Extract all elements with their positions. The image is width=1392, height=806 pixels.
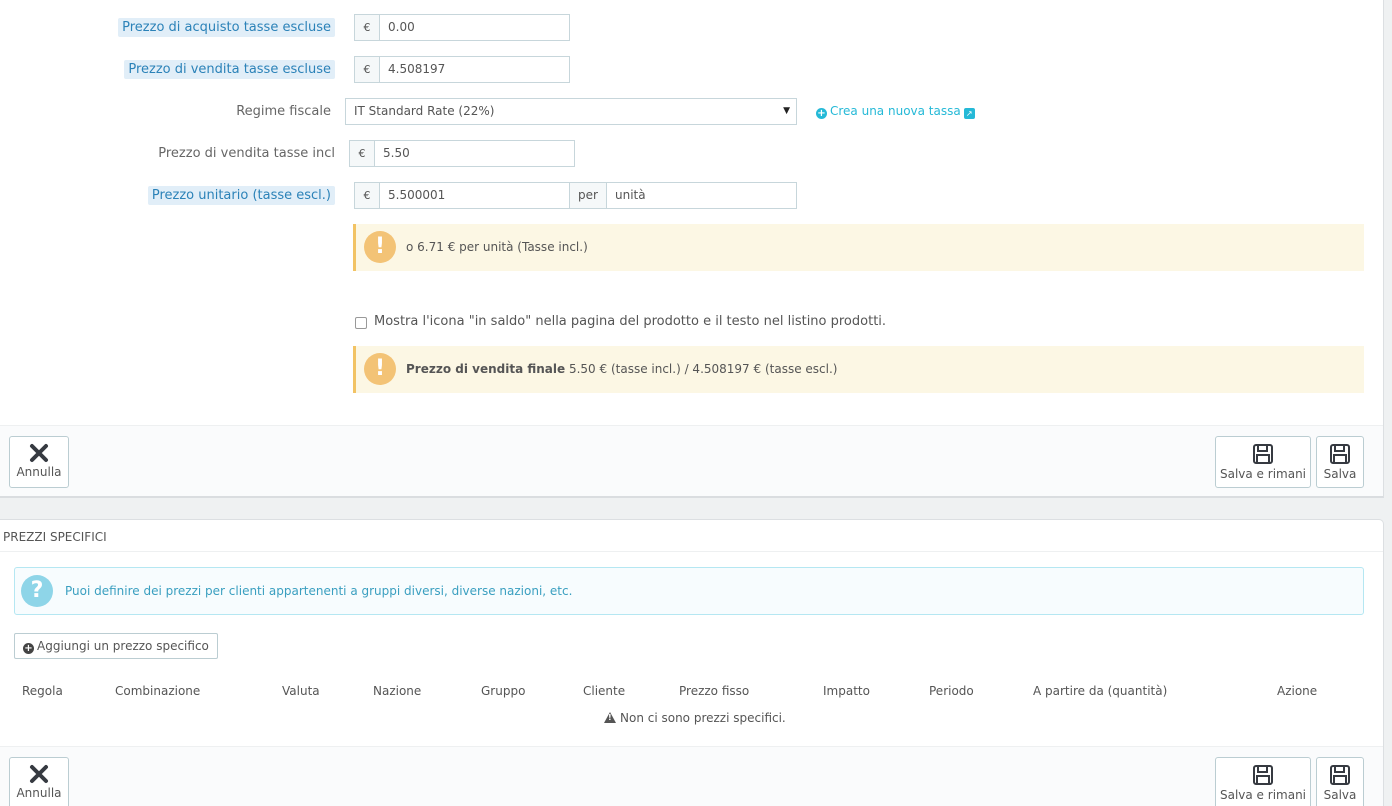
cancel-button[interactable]: Annulla [9,436,69,488]
retail-price-input[interactable]: € 4.508197 [354,56,570,83]
save-and-stay-label: Salva e rimani [1219,467,1307,481]
floppy-disk-icon [1330,444,1350,464]
wholesale-price-input[interactable]: € 0.00 [354,14,570,41]
price-incl-value: 5.50 [383,146,410,160]
currency-addon: € [355,183,380,208]
plus-circle-icon: + [816,108,827,119]
cancel-button[interactable]: Annulla [9,757,69,806]
tax-rule-value: IT Standard Rate (22%) [354,104,495,118]
column-header: Regola [22,684,63,698]
save-label: Salva [1323,788,1357,802]
save-and-stay-button[interactable]: Salva e rimani [1215,436,1311,488]
on-sale-checkbox[interactable] [355,317,367,329]
column-header: Periodo [929,684,974,698]
on-sale-label[interactable]: Mostra l'icona "in saldo" nella pagina d… [374,314,886,329]
currency-addon: € [355,57,380,82]
column-header: Nazione [373,684,422,698]
floppy-disk-icon [1253,765,1273,785]
retail-price-value: 4.508197 [388,62,446,76]
column-header: Impatto [823,684,870,698]
unit-per-addon: per [569,182,607,209]
panel-footer: Annulla Salva e rimani Salva [0,425,1383,496]
save-button[interactable]: Salva [1316,436,1364,488]
column-header: Prezzo fisso [679,684,750,698]
info-text: Puoi definire dei prezzi per clienti app… [65,584,573,598]
column-header: Cliente [583,684,626,698]
empty-message: ! Non ci sono prezzi specifici. [604,711,786,725]
currency-addon: € [350,141,375,166]
retail-price-label: Prezzo di vendita tasse escluse [124,60,335,79]
close-icon [30,765,48,783]
floppy-disk-icon [1253,444,1273,464]
unit-price-alert: ! o 6.71 € per unità (Tasse incl.) [353,224,1364,271]
currency-addon: € [355,15,380,40]
unit-price-alert-text: o 6.71 € per unità (Tasse incl.) [406,240,588,254]
warning-icon: ! [604,712,616,723]
external-link-icon: ↗ [963,108,975,119]
price-incl-label: Prezzo di vendita tasse incl [158,146,335,161]
column-header: Azione [1277,684,1318,698]
unit-price-label: Prezzo unitario (tasse escl.) [147,186,335,205]
column-header: A partire da (quantità) [1033,684,1168,698]
save-and-stay-button[interactable]: Salva e rimani [1215,757,1311,806]
unit-price-value: 5.500001 [388,188,446,202]
price-incl-input[interactable]: € 5.50 [349,140,575,167]
unit-name-input[interactable]: unità [606,182,797,209]
info-alert: ? Puoi definire dei prezzi per clienti a… [14,567,1364,615]
specific-prices-panel: PREZZI SPECIFICI ? Puoi definire dei pre… [0,519,1384,806]
column-header: Valuta [282,684,320,698]
wholesale-price-label: Prezzo di acquisto tasse escluse [118,18,335,37]
column-header: Combinazione [115,684,201,698]
cancel-label: Annulla [16,786,62,800]
final-price-text: 5.50 € (tasse incl.) / 4.508197 € (tasse… [568,362,838,376]
column-header: Gruppo [481,684,526,698]
tax-rule-label: Regime fiscale [236,104,331,119]
unit-price-input[interactable]: € 5.500001 [354,182,570,209]
wholesale-price-value: 0.00 [388,20,415,34]
save-and-stay-label: Salva e rimani [1219,788,1307,802]
cancel-label: Annulla [16,465,62,479]
prices-panel: Prezzo di acquisto tasse escluse € 0.00 … [0,0,1384,498]
save-button[interactable]: Salva [1316,757,1364,806]
tax-rule-select[interactable]: IT Standard Rate (22%) ▼ [345,98,797,125]
plus-circle-icon: + [23,643,34,654]
exclamation-icon: ! [364,353,396,385]
floppy-disk-icon [1330,765,1350,785]
panel-title: PREZZI SPECIFICI [3,530,107,544]
save-label: Salva [1323,467,1357,481]
caret-down-icon: ▼ [783,106,790,116]
panel-footer: Annulla Salva e rimani Salva [0,746,1383,806]
final-price-alert: ! Prezzo di vendita finale 5.50 € (tasse… [353,346,1364,393]
close-icon [30,444,48,462]
create-tax-link[interactable]: + Crea una nuova tassa ↗ [816,104,975,119]
exclamation-icon: ! [364,231,396,263]
divider [0,551,1383,552]
add-specific-price-button[interactable]: + Aggiungi un prezzo specifico [14,633,218,659]
unit-name-value: unità [615,188,646,202]
question-icon: ? [21,575,53,607]
final-price-label: Prezzo di vendita finale [406,362,566,376]
